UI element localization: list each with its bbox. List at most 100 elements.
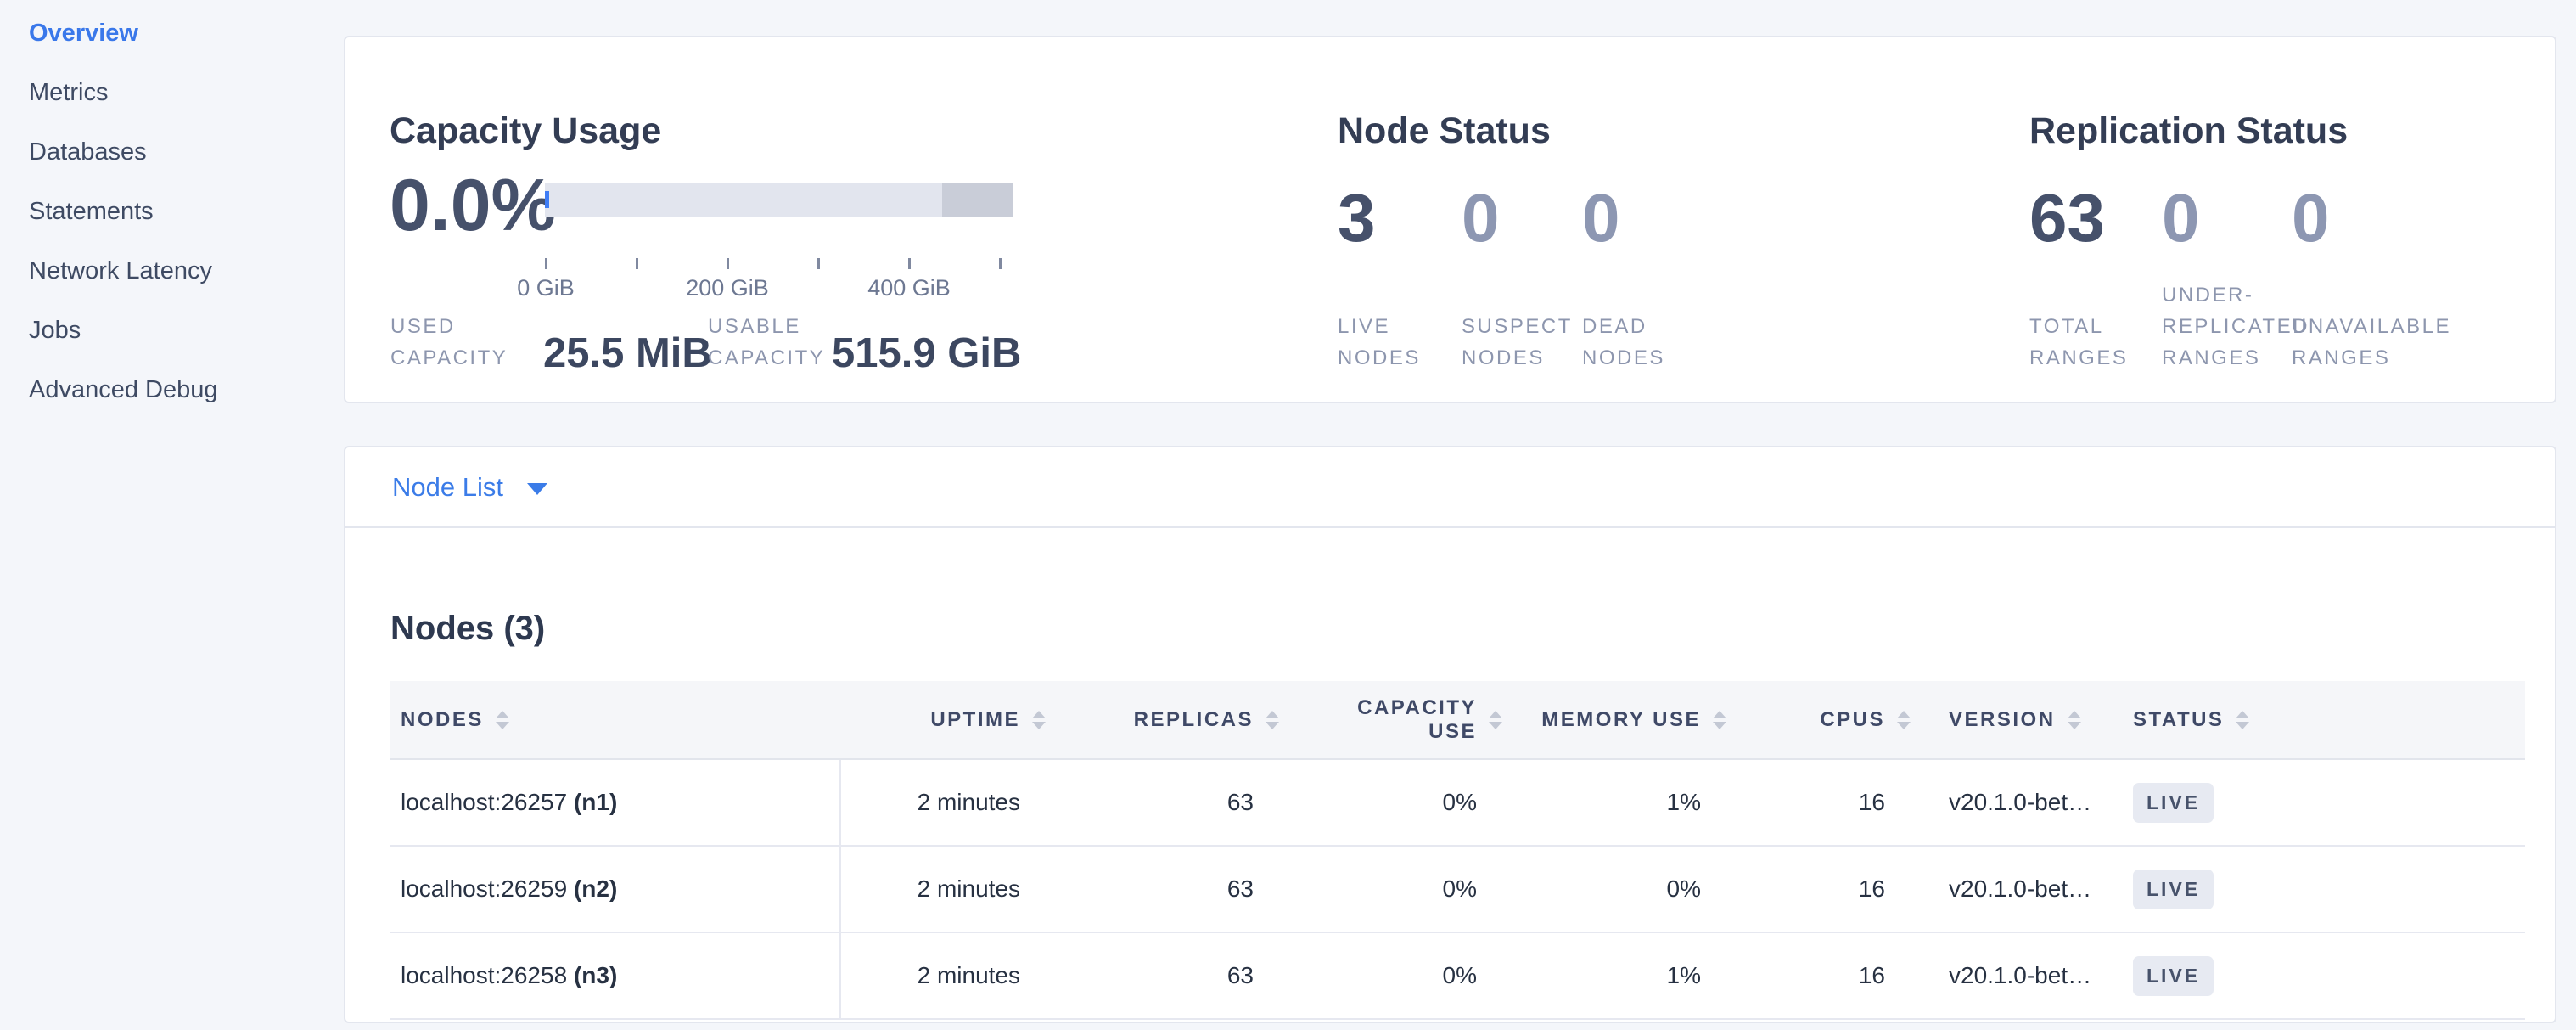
axis-tick-label: 400 GiB xyxy=(867,275,951,301)
column-header-uptime[interactable]: UPTIME xyxy=(840,681,1046,759)
chevron-down-icon xyxy=(527,483,547,495)
cpus-cell: 16 xyxy=(1726,846,1911,932)
column-header-label: VERSION xyxy=(1949,708,2056,732)
cluster-overview-page: Overview Metrics Databases Statements Networ… xyxy=(0,0,2576,1030)
status-badge: LIVE xyxy=(2133,870,2214,909)
cluster-summary-card: Capacity Usage 0.0% 0 GiB200 GiB400 GiB … xyxy=(344,36,2556,403)
sort-icon xyxy=(496,711,509,729)
capacity-usage-bar xyxy=(545,183,1013,217)
sort-icon xyxy=(1897,711,1911,729)
node-list-body: Nodes (3) NODES UPTIME REPLICAS xyxy=(345,528,2555,1020)
column-header-status[interactable]: STATUS xyxy=(2095,681,2525,759)
memory-use-cell: 1% xyxy=(1502,759,1726,846)
sidebar-item-statements[interactable]: Statements xyxy=(29,200,344,224)
sidebar-item-databases[interactable]: Databases xyxy=(29,140,344,165)
table-row[interactable]: localhost:26259 (n2) 2 minutes 63 0% 0% … xyxy=(390,846,2525,932)
node-list-card: Node List Nodes (3) NODES UPTIME xyxy=(344,446,2556,1023)
sort-icon xyxy=(2236,711,2249,729)
column-header-node[interactable]: NODES xyxy=(390,681,840,759)
summary-stat-label: SUSPECT NODES xyxy=(1462,279,1582,374)
capacity-bar-other-segment xyxy=(942,183,1013,217)
node-address-link[interactable]: localhost:26259 (n2) xyxy=(401,875,617,902)
column-header-capacity_use[interactable]: CAPACITY USE xyxy=(1279,681,1502,759)
summary-stat-label: TOTAL RANGES xyxy=(2029,279,2162,374)
summary-stat: 0 DEAD NODES xyxy=(1582,176,1726,374)
summary-stat-value: 0 xyxy=(1582,176,1726,261)
summary-stat: 3 LIVE NODES xyxy=(1338,176,1462,374)
usable-capacity-stat: USABLE CAPACITY 515.9 GiB xyxy=(708,311,1021,374)
axis-tick xyxy=(727,258,729,269)
summary-stat: 63 TOTAL RANGES xyxy=(2029,176,2162,374)
node-list-dropdown-label: Node List xyxy=(392,474,503,500)
column-header-label: UPTIME xyxy=(930,708,1020,732)
axis-tick-label: 200 GiB xyxy=(686,275,769,301)
axis-tick xyxy=(636,258,638,269)
used-capacity-stat: USED CAPACITY 25.5 MiB xyxy=(390,311,712,374)
table-row[interactable]: localhost:26258 (n3) 2 minutes 63 0% 1% … xyxy=(390,932,2525,1019)
status-badge: LIVE xyxy=(2133,783,2214,823)
summary-stat-label: UNAVAILABLE RANGES xyxy=(2292,279,2453,374)
summary-stat-value: 63 xyxy=(2029,176,2162,261)
summary-stat: 0 UNAVAILABLE RANGES xyxy=(2292,176,2453,374)
usable-capacity-value: 515.9 GiB xyxy=(832,331,1021,375)
memory-use-cell: 0% xyxy=(1502,846,1726,932)
summary-stat-label: DEAD NODES xyxy=(1582,279,1726,374)
axis-tick xyxy=(817,258,820,269)
column-header-label: NODES xyxy=(401,708,484,732)
capacity-used-percent: 0.0% xyxy=(390,167,556,244)
capacity-usage-title: Capacity Usage xyxy=(390,110,661,152)
uptime-cell: 2 minutes xyxy=(840,846,1046,932)
column-header-label: CAPACITY USE xyxy=(1357,696,1477,744)
column-header-memory_use[interactable]: MEMORY USE xyxy=(1502,681,1726,759)
capacity-bar-used-segment xyxy=(545,191,549,208)
uptime-cell: 2 minutes xyxy=(840,759,1046,846)
used-capacity-value: 25.5 MiB xyxy=(543,331,712,375)
axis-tick xyxy=(545,258,547,269)
node-list-dropdown[interactable]: Node List xyxy=(392,474,547,500)
sidebar-item-metrics[interactable]: Metrics xyxy=(29,81,344,105)
column-header-version[interactable]: VERSION xyxy=(1911,681,2095,759)
axis-tick xyxy=(908,258,911,269)
version-cell: v20.1.0-bet… xyxy=(1911,932,2095,1019)
table-body: localhost:26257 (n1) 2 minutes 63 0% 1% … xyxy=(390,759,2525,1019)
sort-icon xyxy=(2068,711,2081,729)
usable-capacity-label: USABLE CAPACITY xyxy=(708,311,832,374)
summary-stat-label: LIVE NODES xyxy=(1338,279,1462,374)
axis-tick xyxy=(999,258,1002,269)
node-address-link[interactable]: localhost:26257 (n1) xyxy=(401,789,617,815)
column-header-label: REPLICAS xyxy=(1134,708,1254,732)
summary-stat: 0 UNDER- REPLICATED RANGES xyxy=(2162,176,2292,374)
capacity-bar-axis: 0 GiB200 GiB400 GiB xyxy=(545,258,1013,309)
sort-icon xyxy=(1713,711,1726,729)
summary-stat-value: 0 xyxy=(2162,176,2292,261)
table-header-row: NODES UPTIME REPLICAS CAPACITY USE MEMOR… xyxy=(390,681,2525,759)
uptime-cell: 2 minutes xyxy=(840,932,1046,1019)
nodes-table: NODES UPTIME REPLICAS CAPACITY USE MEMOR… xyxy=(390,681,2525,1020)
column-header-replicas[interactable]: REPLICAS xyxy=(1046,681,1279,759)
column-header-label: MEMORY USE xyxy=(1541,708,1701,732)
sort-icon xyxy=(1266,711,1279,729)
replicas-cell: 63 xyxy=(1046,759,1279,846)
nodes-table-title: Nodes (3) xyxy=(390,610,2522,647)
sidebar-item-advanced-debug[interactable]: Advanced Debug xyxy=(29,378,344,402)
node-status-title: Node Status xyxy=(1338,110,1551,152)
column-header-label: STATUS xyxy=(2133,708,2224,732)
version-cell: v20.1.0-bet… xyxy=(1911,846,2095,932)
sidebar-item-jobs[interactable]: Jobs xyxy=(29,318,344,343)
sort-icon xyxy=(1489,711,1502,729)
capacity-use-cell: 0% xyxy=(1279,759,1502,846)
table-row[interactable]: localhost:26257 (n1) 2 minutes 63 0% 1% … xyxy=(390,759,2525,846)
summary-stat: 0 SUSPECT NODES xyxy=(1462,176,1582,374)
used-capacity-label: USED CAPACITY xyxy=(390,311,543,374)
memory-use-cell: 1% xyxy=(1502,932,1726,1019)
sidebar-item-network-latency[interactable]: Network Latency xyxy=(29,259,344,284)
column-header-cpus[interactable]: CPUS xyxy=(1726,681,1911,759)
node-address-link[interactable]: localhost:26258 (n3) xyxy=(401,962,617,988)
summary-stat-label: UNDER- REPLICATED RANGES xyxy=(2162,279,2292,374)
sidebar-item-overview[interactable]: Overview xyxy=(29,21,344,46)
node-status-stats: 3 LIVE NODES 0 SUSPECT NODES 0 DEAD NODE… xyxy=(1338,176,1726,374)
summary-stat-value: 3 xyxy=(1338,176,1462,261)
cpus-cell: 16 xyxy=(1726,932,1911,1019)
sidebar-nav: Overview Metrics Databases Statements Networ… xyxy=(0,0,344,1030)
replication-status-title: Replication Status xyxy=(2029,110,2348,152)
